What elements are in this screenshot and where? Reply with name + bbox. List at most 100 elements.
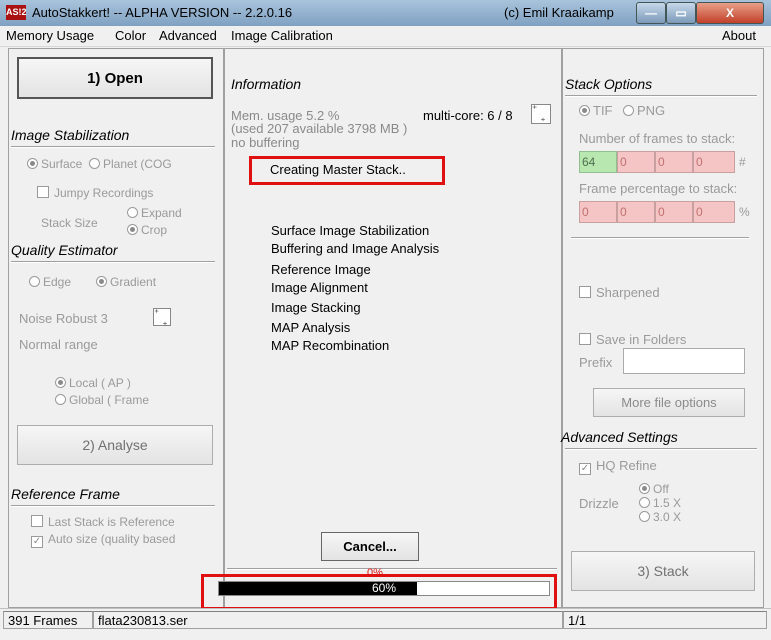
percent-input-3[interactable]: 0 (655, 201, 693, 223)
close-button[interactable]: X (696, 2, 764, 24)
frames-input-3[interactable]: 0 (655, 151, 693, 173)
divider (571, 237, 749, 239)
last-stack-reference-checkbox[interactable]: Last Stack is Reference (31, 514, 175, 529)
png-radio[interactable]: PNG (623, 103, 665, 118)
progress-label: 60% (371, 581, 397, 595)
window-title: AutoStakkert! -- ALPHA VERSION -- 2.2.0.… (32, 5, 293, 20)
radio-icon (89, 158, 100, 169)
multicore-stepper-icon[interactable]: ⁺ ₊ (531, 104, 551, 124)
jumpy-recordings-checkbox[interactable]: Jumpy Recordings (37, 185, 153, 200)
cancel-button[interactable]: Cancel... (321, 532, 419, 561)
radio-selected-icon (127, 224, 138, 235)
menu-about[interactable]: About (722, 28, 756, 43)
sharpened-checkbox[interactable]: Sharpened (579, 285, 660, 300)
step-surface-stabilization: Surface Image Stabilization (271, 223, 430, 238)
step-image-alignment: Image Alignment (271, 280, 368, 295)
status-filename: flata230813.ser (93, 611, 563, 629)
frames-input-2[interactable]: 0 (617, 151, 655, 173)
title-bar[interactable]: AS!2 AutoStakkert! -- ALPHA VERSION -- 2… (0, 0, 771, 26)
tif-radio[interactable]: TIF (579, 103, 613, 118)
more-file-options-button[interactable]: More file options (593, 388, 745, 417)
checkbox-checked-icon: ✓ (579, 463, 591, 475)
left-panel: 1) Open Image Stabilization Surface Plan… (8, 48, 224, 608)
drizzle-off-radio[interactable]: Off (639, 482, 669, 496)
status-page: 1/1 (563, 611, 767, 629)
progress-bar: 60% (218, 581, 550, 596)
divider (565, 95, 757, 97)
auto-size-checkbox[interactable]: ✓ Auto size (quality based (31, 532, 175, 548)
expand-radio[interactable]: Expand (127, 206, 182, 220)
radio-selected-icon (579, 105, 590, 116)
app-window: AS!2 AutoStakkert! -- ALPHA VERSION -- 2… (0, 0, 771, 640)
multicore-text: multi-core: 6 / 8 (423, 108, 513, 123)
mem-detail-text: (used 207 available 3798 MB ) (231, 121, 408, 136)
noise-robust-stepper-icon[interactable]: ⁺ ₊ (153, 308, 171, 328)
percent-input-4[interactable]: 0 (693, 201, 735, 223)
frame-percentage-label: Frame percentage to stack: (579, 181, 738, 196)
checkbox-icon (37, 186, 49, 198)
radio-icon (127, 207, 138, 218)
normal-range-label: Normal range (19, 337, 98, 352)
stack-button[interactable]: 3) Stack (571, 551, 755, 591)
frames-input-1[interactable]: 64 (579, 151, 617, 173)
edge-radio[interactable]: Edge (29, 275, 71, 289)
radio-selected-icon (55, 377, 66, 388)
local-radio[interactable]: Local ( AP ) (55, 376, 131, 390)
divider (11, 261, 215, 263)
checkbox-icon (579, 333, 591, 345)
open-button[interactable]: 1) Open (17, 57, 213, 99)
percent-input-1[interactable]: 0 (579, 201, 617, 223)
global-radio[interactable]: Global ( Frame (55, 393, 149, 407)
step-buffering-analysis: Buffering and Image Analysis (271, 241, 440, 256)
status-frames: 391 Frames (3, 611, 93, 629)
stack-options-heading: Stack Options (565, 76, 653, 92)
divider (227, 568, 557, 570)
step-image-stacking: Image Stacking (271, 300, 361, 315)
divider (565, 448, 757, 450)
menu-bar: Memory Usage Color Advanced Image Calibr… (0, 26, 771, 47)
menu-advanced[interactable]: Advanced (159, 28, 217, 43)
center-panel: Information Mem. usage 5.2 % (used 207 a… (201, 48, 562, 610)
save-in-folders-checkbox[interactable]: Save in Folders (579, 332, 686, 347)
quality-estimator-heading: Quality Estimator (11, 242, 118, 258)
divider (11, 146, 215, 148)
drizzle-1-5x-radio[interactable]: 1.5 X (639, 496, 681, 510)
menu-color[interactable]: Color (115, 28, 146, 43)
radio-icon (639, 497, 650, 508)
advanced-settings-heading: Advanced Settings (561, 429, 678, 445)
surface-radio[interactable]: Surface (27, 157, 82, 171)
radio-selected-icon (27, 158, 38, 169)
divider (11, 505, 215, 507)
checkbox-checked-icon: ✓ (31, 536, 43, 548)
menu-image-calibration[interactable]: Image Calibration (231, 28, 333, 43)
step-reference-image: Reference Image (271, 262, 371, 277)
radio-icon (55, 394, 66, 405)
image-stabilization-heading: Image Stabilization (11, 127, 130, 143)
prefix-label: Prefix (579, 355, 613, 370)
window-copyright: (c) Emil Kraaikamp (504, 5, 614, 20)
radio-selected-icon (96, 276, 107, 287)
minimize-button[interactable]: — (636, 2, 666, 24)
radio-selected-icon (639, 483, 650, 494)
drizzle-3x-radio[interactable]: 3.0 X (639, 510, 681, 524)
planet-radio[interactable]: Planet (COG (89, 157, 172, 171)
radio-icon (639, 511, 650, 522)
crop-radio[interactable]: Crop (127, 223, 167, 237)
maximize-button[interactable]: ▭ (666, 2, 696, 24)
percent-unit: % (739, 205, 750, 219)
information-heading: Information (231, 76, 302, 92)
percent-input-2[interactable]: 0 (617, 201, 655, 223)
radio-icon (29, 276, 40, 287)
gradient-radio[interactable]: Gradient (96, 275, 156, 289)
status-text: Creating Master Stack.. (270, 162, 406, 177)
analyse-button[interactable]: 2) Analyse (17, 425, 213, 465)
reference-frame-heading: Reference Frame (11, 486, 120, 502)
drizzle-label: Drizzle (579, 496, 619, 511)
menu-memory-usage[interactable]: Memory Usage (6, 28, 94, 43)
status-bar: 391 Frames flata230813.ser 1/1 (0, 608, 771, 633)
prefix-input[interactable] (623, 348, 745, 374)
hq-refine-checkbox[interactable]: ✓ HQ Refine (579, 458, 657, 475)
step-map-analysis: MAP Analysis (271, 320, 351, 335)
frames-input-4[interactable]: 0 (693, 151, 735, 173)
buffering-text: no buffering (231, 135, 300, 150)
